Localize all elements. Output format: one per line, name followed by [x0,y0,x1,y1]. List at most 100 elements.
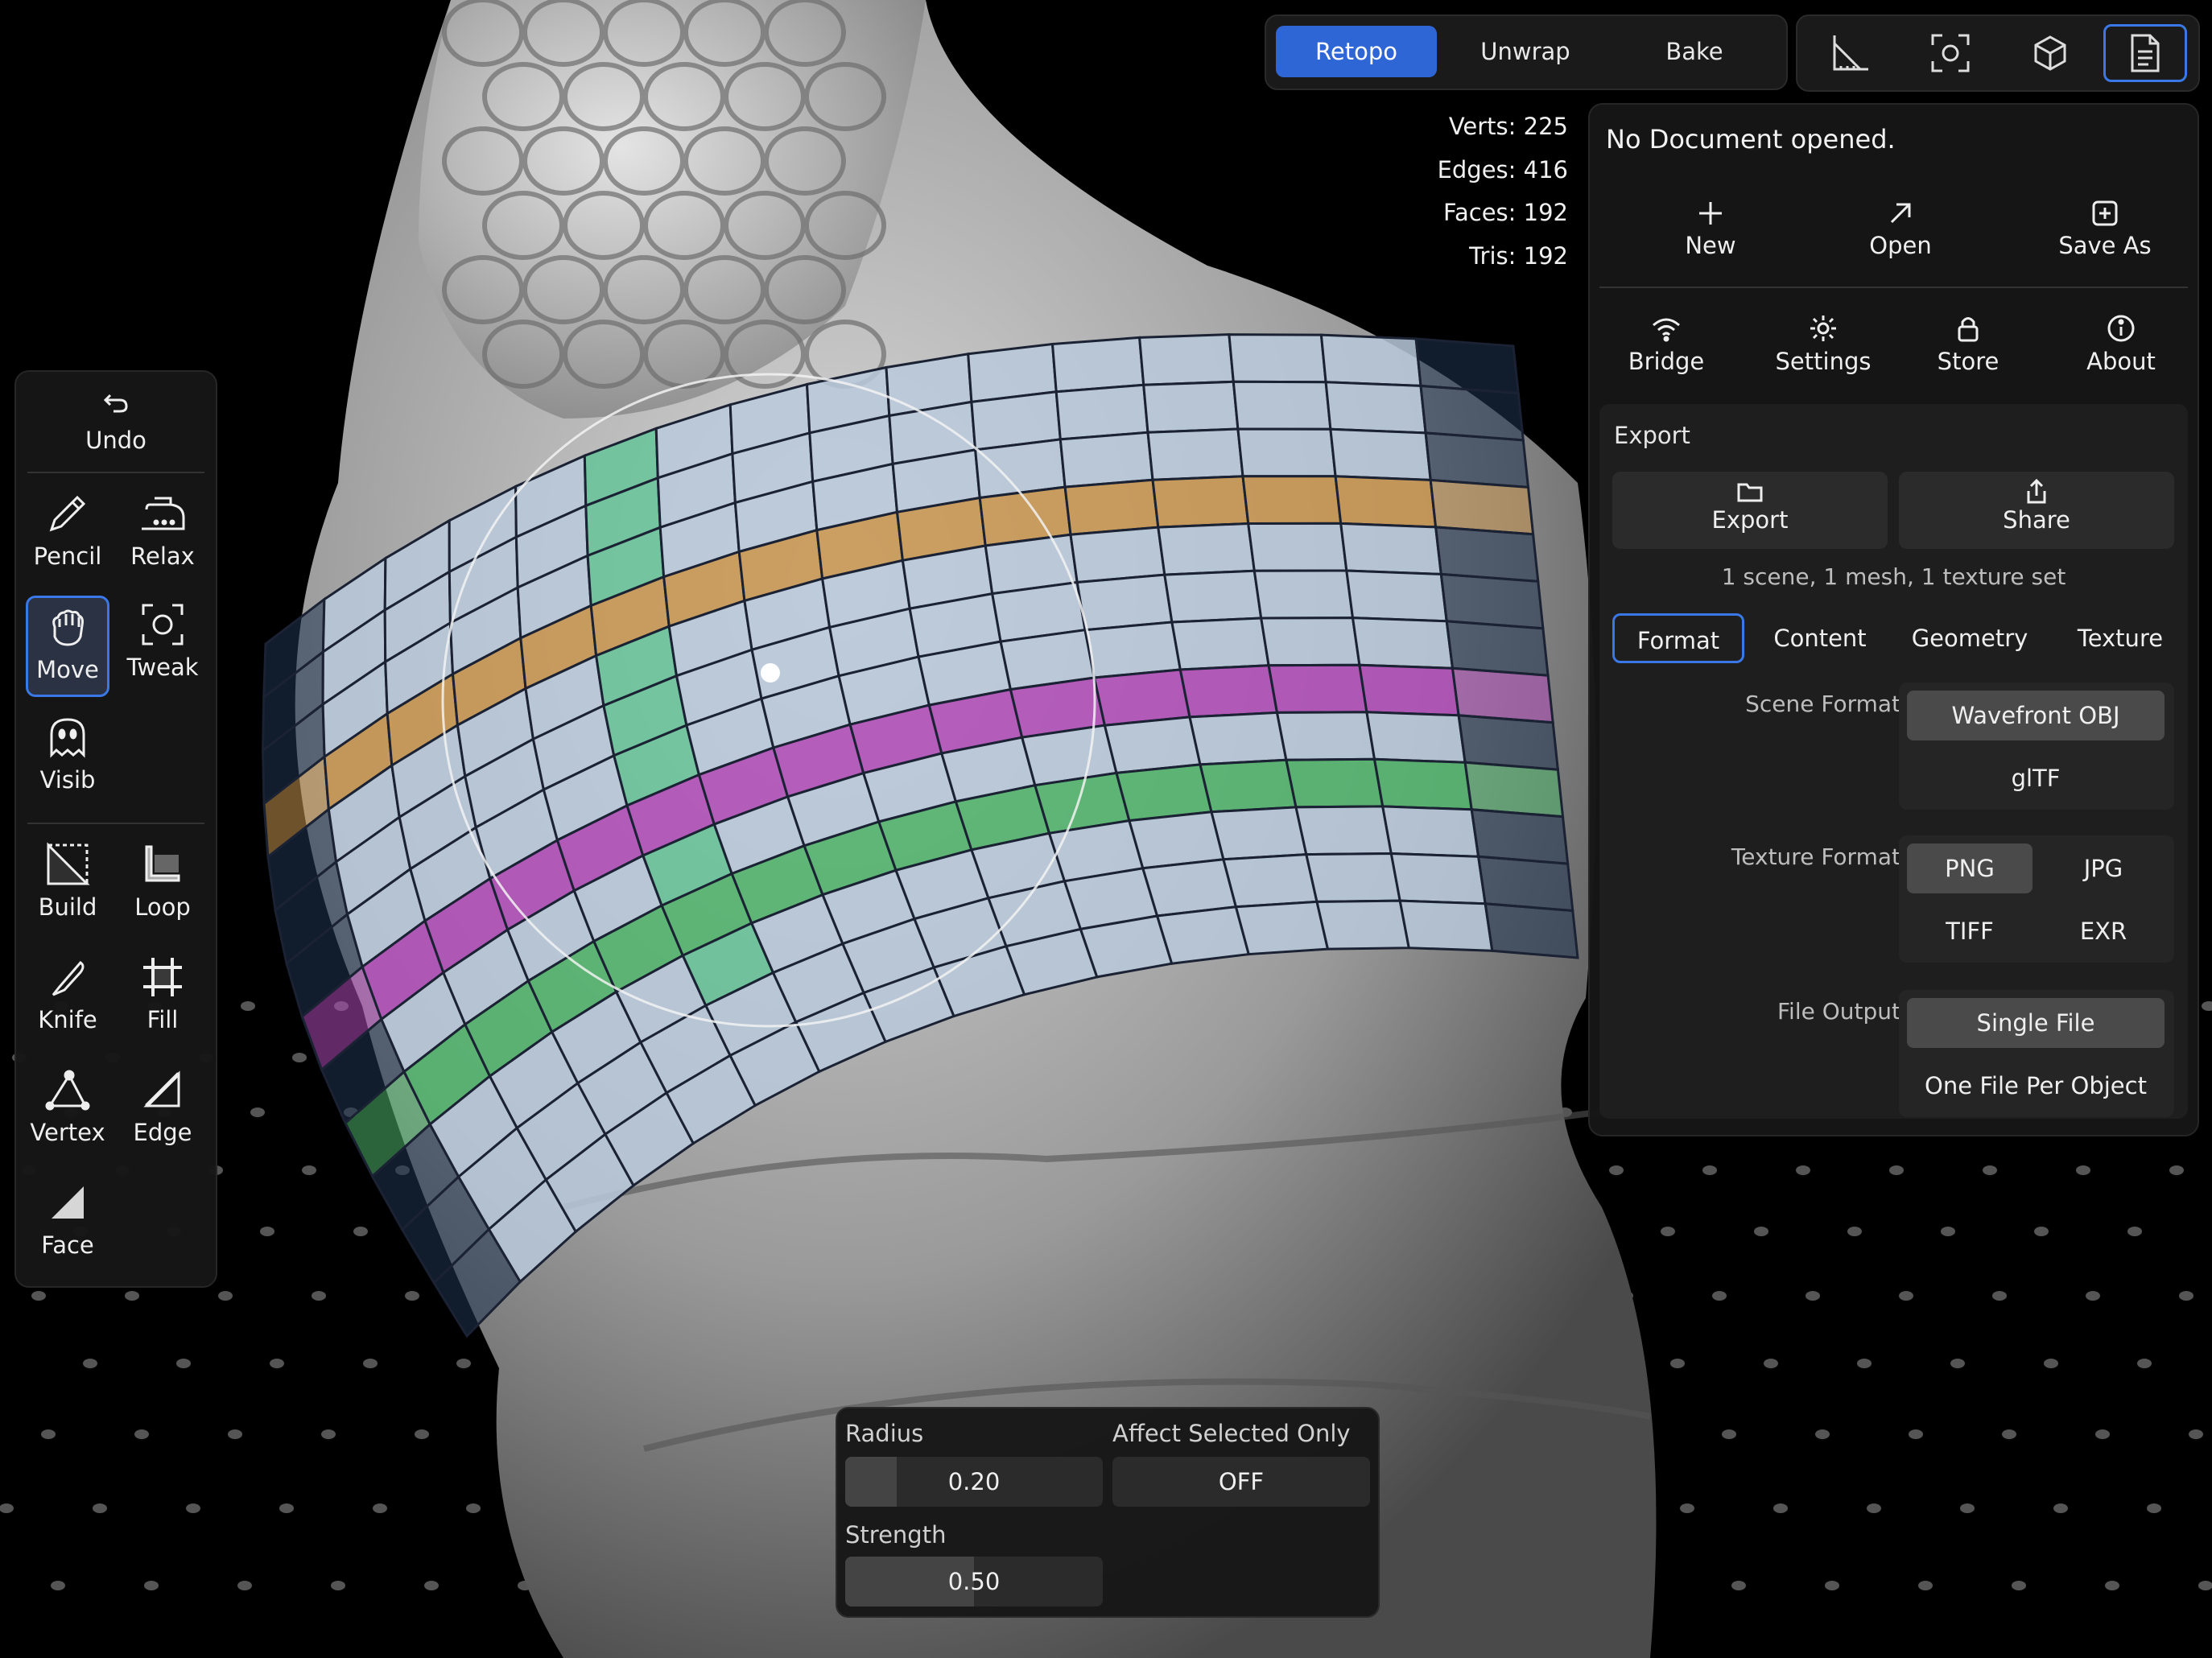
open-button[interactable]: Open [1844,192,1957,259]
share-button[interactable]: Share [1899,472,2174,549]
settings-button[interactable]: Settings [1751,307,1896,375]
mesh-face[interactable] [1151,475,1250,529]
mesh-face[interactable] [1163,569,1263,624]
tool-fill[interactable]: Fill [121,948,204,1050]
mesh-face[interactable] [1253,569,1355,620]
mesh-face[interactable] [1424,431,1530,489]
mesh-face[interactable] [1236,427,1337,478]
tool-relax[interactable]: Relax [121,485,204,586]
tool-tweak[interactable]: Tweak [121,596,204,697]
option-tiff[interactable]: TIFF [1907,906,2032,956]
mesh-face[interactable] [1115,763,1213,823]
option-wavefront-obj[interactable]: Wavefront OBJ [1907,691,2165,740]
affect-selected-toggle[interactable]: OFF [1112,1457,1370,1507]
tab-texture[interactable]: Texture [2052,613,2189,663]
mesh-face[interactable] [1069,526,1166,584]
mesh-face[interactable] [1259,617,1361,667]
mesh-face[interactable] [1267,663,1368,714]
tool-edge[interactable]: Edge [121,1061,204,1162]
mesh-face[interactable] [1234,900,1330,956]
mesh-face[interactable] [1329,427,1432,481]
mesh-face[interactable] [1463,761,1565,819]
mesh-face[interactable] [1155,905,1251,965]
store-button[interactable]: Store [1912,307,2024,375]
object-button[interactable] [2008,24,2092,82]
mesh-face[interactable] [1157,522,1256,576]
about-button[interactable]: About [2065,307,2177,375]
focus-button[interactable] [1909,24,1992,82]
undo-button[interactable]: Undo [74,380,158,468]
mesh-face[interactable] [1439,572,1545,630]
mesh-face[interactable] [1304,852,1402,903]
mesh-face[interactable] [1315,899,1411,951]
export-button[interactable]: Export [1612,472,1888,549]
mesh-face[interactable] [1445,620,1550,677]
measure-button[interactable] [1809,24,1892,82]
mesh-face[interactable] [1429,478,1535,536]
tool-loop[interactable]: Loop [121,835,204,937]
mesh-face[interactable] [1059,431,1154,489]
new-button[interactable]: New [1654,192,1767,259]
mesh-face[interactable] [1365,711,1467,764]
option-one-file-per-object[interactable]: One File Per Object [1907,1061,2165,1111]
mesh-face[interactable] [1232,380,1332,431]
mesh-face[interactable] [1372,757,1473,811]
mesh-face[interactable] [1199,758,1298,814]
mesh-face[interactable] [1324,381,1427,435]
mesh-face[interactable] [1083,621,1182,679]
tool-pencil[interactable]: Pencil [26,485,109,586]
mesh-face[interactable] [1178,664,1279,719]
tool-vertex[interactable]: Vertex [26,1061,109,1162]
option-png[interactable]: PNG [1907,843,2032,893]
mesh-face[interactable] [1414,337,1520,395]
mesh-face[interactable] [1484,902,1579,959]
mesh-face[interactable] [1050,336,1145,394]
option-jpg[interactable]: JPG [2041,843,2166,893]
mesh-face[interactable] [1434,526,1540,583]
mesh-face[interactable] [1142,380,1240,434]
mesh-face[interactable] [1246,522,1348,572]
save-as-button[interactable]: Save As [2041,192,2169,259]
mesh-face[interactable] [1188,711,1288,766]
mesh-face[interactable] [1389,852,1487,905]
mesh-face[interactable] [1398,899,1494,952]
tool-move[interactable]: Move [26,596,109,697]
mesh-face[interactable] [1210,806,1308,861]
mesh-face[interactable] [1358,663,1460,717]
tool-build[interactable]: Build [26,835,109,937]
mesh-face[interactable] [1345,569,1448,623]
bridge-button[interactable]: Bridge [1606,307,1727,375]
mesh-face[interactable] [1228,333,1327,384]
mesh-face[interactable] [1170,617,1270,671]
mesh-face[interactable] [1476,855,1574,913]
tab-geometry[interactable]: Geometry [1897,613,2042,663]
tab-unwrap[interactable]: Unwrap [1445,26,1606,77]
tab-content[interactable]: Content [1754,613,1886,663]
tab-format[interactable]: Format [1612,613,1744,663]
mesh-face[interactable] [1451,666,1554,724]
mesh-face[interactable] [1241,475,1343,526]
tab-retopo[interactable]: Retopo [1276,26,1437,77]
mesh-face[interactable] [1380,805,1480,858]
tool-knife[interactable]: Knife [26,948,109,1050]
document-button[interactable] [2103,24,2187,82]
mesh-face[interactable] [1351,617,1455,670]
mesh-face[interactable] [1054,383,1149,441]
option-exr[interactable]: EXR [2041,906,2166,956]
mesh-face[interactable] [1419,384,1525,442]
mesh-face[interactable] [1146,427,1244,481]
tool-visib[interactable]: Visib [26,708,109,810]
mesh-face[interactable] [1339,522,1442,575]
mesh-face[interactable] [1319,333,1422,387]
mesh-face[interactable] [1285,757,1385,809]
mesh-face[interactable] [1294,805,1393,856]
mesh-face[interactable] [1457,714,1560,771]
mesh-face[interactable] [1334,475,1438,529]
radius-slider[interactable]: 0.20 [845,1457,1103,1507]
mesh-face[interactable] [1221,853,1319,909]
option-single-file[interactable]: Single File [1907,998,2165,1048]
mesh-face[interactable] [1103,716,1202,775]
mesh-face[interactable] [1063,478,1160,536]
strength-slider[interactable]: 0.50 [845,1557,1103,1606]
tab-bake[interactable]: Bake [1614,26,1775,77]
